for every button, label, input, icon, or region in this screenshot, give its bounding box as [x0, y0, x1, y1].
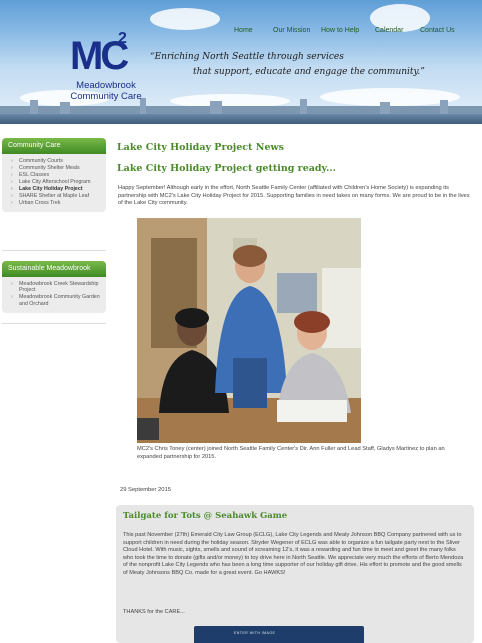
post-body: This past November (27th) Emerald City L…	[123, 532, 464, 576]
post-image: ENTER WITH IMAGE	[194, 626, 364, 643]
sidebar-item[interactable]: › Lake City Afterschool Program	[6, 179, 102, 185]
chevron-right-icon: ›	[11, 186, 13, 192]
sidebar-community-care: Community Care › Community Courts › Communi…	[2, 138, 106, 213]
post-title[interactable]: Tailgate for Tots @ Seahawk Game	[123, 511, 287, 521]
sidebar-item[interactable]: › SHARE Shelter at Maple Leaf	[6, 193, 102, 199]
site-tagline: “Enriching North Seattle through service…	[150, 50, 425, 80]
tagline-line-2: that support, educate and engage the com…	[193, 67, 425, 77]
nav-home[interactable]: Home	[234, 27, 253, 34]
post-image-text: ENTER WITH IMAGE	[234, 631, 276, 635]
news-post: Tailgate for Tots @ Seahawk Game This pa…	[116, 505, 474, 643]
chevron-right-icon: ›	[11, 294, 13, 301]
logo-wordmark: Meadowbrook Community Care	[66, 80, 146, 102]
sidebar-item-label: Lake City Holiday Project	[19, 186, 83, 192]
sidebar-heading: Sustainable Meadowbrook	[2, 261, 106, 277]
sidebar-list: › Community Courts › Community Shelter Meal…	[2, 154, 106, 212]
sidebar-sustainable: Sustainable Meadowbrook › Meadowbrook Cre…	[2, 261, 106, 314]
sidebar-heading: Community Care	[2, 138, 106, 154]
sidebar-item[interactable]: › Urban Cross Trek	[6, 200, 102, 206]
logo-line-1: Meadowbrook	[76, 80, 136, 91]
sidebar-item-label: Community Shelter Meals	[19, 165, 80, 171]
sidebar-item-label: Community Courts	[19, 158, 63, 164]
post-date: 29 September 2015	[120, 487, 171, 493]
sidebar-item[interactable]: › Meadowbrook Community Garden and Orchar…	[6, 294, 102, 307]
article-intro: Happy September! Although early in the e…	[118, 185, 470, 207]
photo-illustration	[137, 218, 361, 443]
sidebar-item-label: Urban Cross Trek	[19, 200, 61, 206]
header-footband	[0, 114, 482, 124]
site-header: Home Our Mission How to Help Calendar Co…	[0, 0, 482, 124]
sidebar-item-label: ESL Classes	[19, 172, 50, 178]
sidebar-item-label: Lake City Afterschool Program	[19, 179, 91, 185]
photo-caption: MC2's Chris Toney (center) joined North …	[137, 446, 445, 460]
sidebar-item-label: Meadowbrook Creek Stewardship Project	[19, 281, 99, 294]
sidebar-item-label: SHARE Shelter at Maple Leaf	[19, 193, 90, 199]
sidebar-item[interactable]: › Community Shelter Meals	[6, 165, 102, 171]
nav-calendar[interactable]: Calendar	[375, 27, 403, 34]
section-title: Lake City Holiday Project News	[117, 142, 285, 153]
nav-contact-us[interactable]: Contact Us	[420, 27, 455, 34]
chevron-right-icon: ›	[11, 165, 13, 171]
sidebar-item-label: Meadowbrook Community Garden and Orchard	[19, 294, 100, 307]
article-title[interactable]: Lake City Holiday Project getting ready.…	[117, 163, 336, 174]
sidebar-item[interactable]: › Community Courts	[6, 158, 102, 164]
chevron-right-icon: ›	[11, 179, 13, 185]
sidebar-item[interactable]: › Meadowbrook Creek Stewardship Project	[6, 281, 102, 294]
chevron-right-icon: ›	[11, 158, 13, 164]
sidebar-item[interactable]: › Lake City Holiday Project	[6, 186, 102, 192]
chevron-right-icon: ›	[11, 281, 13, 287]
nav-how-to-help[interactable]: How to Help	[321, 27, 359, 34]
post-thanks: THANKS for the CARE...	[123, 609, 185, 615]
chevron-right-icon: ›	[11, 172, 13, 178]
logo-line-2: Community Care	[70, 91, 142, 102]
sidebar-divider	[2, 323, 106, 324]
tagline-line-1: “Enriching North Seattle through service…	[150, 52, 344, 62]
sidebar-list: › Meadowbrook Creek Stewardship Project › M…	[2, 277, 106, 313]
chevron-right-icon: ›	[11, 193, 13, 199]
chevron-right-icon: ›	[11, 200, 13, 206]
nav-our-mission[interactable]: Our Mission	[273, 27, 310, 34]
sidebar-divider	[2, 250, 106, 251]
article-photo	[137, 218, 361, 443]
logo-superscript: 2	[118, 30, 127, 47]
cloud-decoration	[150, 8, 220, 30]
sidebar-item[interactable]: › ESL Classes	[6, 172, 102, 178]
